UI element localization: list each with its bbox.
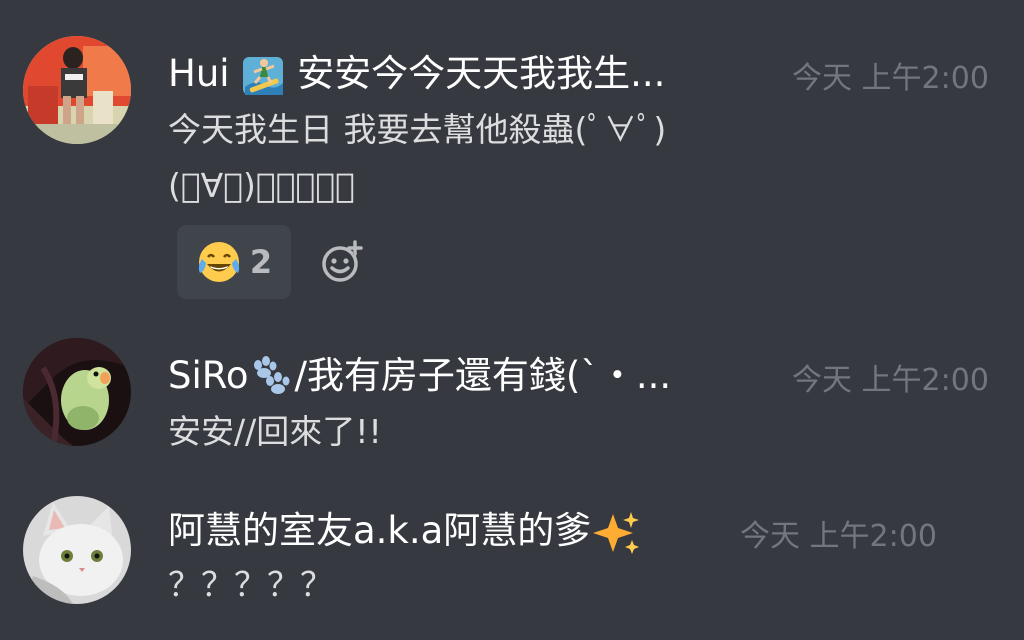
tears-of-joy-emoji-icon: [198, 242, 239, 282]
username[interactable]: SiRo/我有房子還有錢(`・...: [168, 345, 671, 400]
surfer-emoji-icon: [241, 53, 285, 97]
chat-messages: Hui 安安今今天天我我生... 今天 上午2:00 今天我生日 我要去幫他殺蟲…: [0, 0, 1024, 640]
avatar[interactable]: [23, 338, 131, 446]
username-prefix: Hui: [168, 51, 242, 95]
message-content: ？？？？？: [168, 557, 333, 613]
message-line: ？？？？？: [168, 565, 333, 604]
avatar[interactable]: [23, 36, 131, 144]
message-header: Hui 安安今今天天我我生...: [168, 43, 665, 98]
message-header: SiRo/我有房子還有錢(`・...: [168, 347, 671, 397]
timestamp: 今天 上午2:00: [740, 519, 937, 554]
username-suffix: 安安今今天天我我生...: [285, 51, 666, 95]
username[interactable]: Hui 安安今今天天我我生...: [168, 43, 665, 98]
message-line: (ﾟ∀ﾟ)？？？？？: [168, 166, 355, 205]
add-reaction-button[interactable]: [318, 238, 366, 286]
reaction-count: 2: [249, 243, 273, 281]
username[interactable]: 阿慧的室友a.k.a阿慧的爹: [168, 500, 641, 556]
timestamp: 今天 上午2:00: [792, 61, 989, 96]
message-line: 今天我生日 我要去幫他殺蟲(ﾟ∀ﾟ): [168, 110, 667, 149]
sparkles-emoji-icon: [591, 510, 641, 556]
avatar[interactable]: [23, 496, 131, 604]
add-reaction-icon: [322, 240, 363, 282]
paw-prints-emoji-icon: [248, 355, 294, 399]
message-line: 安安//回來了!!: [168, 412, 382, 451]
username-prefix: SiRo: [168, 353, 249, 397]
timestamp: 今天 上午2:00: [792, 363, 989, 398]
username-suffix: /我有房子還有錢(`・...: [294, 353, 672, 397]
reaction-button[interactable]: 2: [177, 225, 291, 299]
message-content: 安安//回來了!!: [168, 404, 382, 460]
username-prefix: 阿慧的室友a.k.a阿慧的爹: [168, 509, 592, 553]
message-content: 今天我生日 我要去幫他殺蟲(ﾟ∀ﾟ) (ﾟ∀ﾟ)？？？？？: [168, 102, 666, 214]
message-header: 阿慧的室友a.k.a阿慧的爹: [168, 500, 641, 556]
